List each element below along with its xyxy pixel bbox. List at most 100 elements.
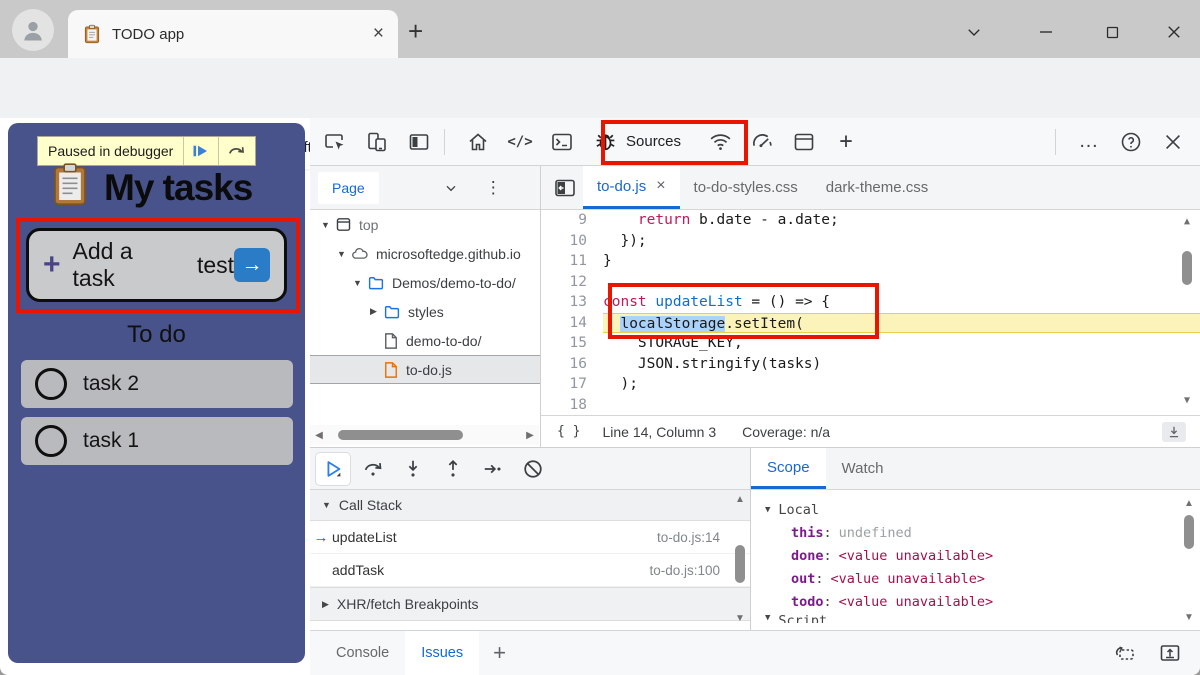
tree-item-file-html[interactable]: demo-to-do/ <box>310 326 540 355</box>
tree-item-folder-styles[interactable]: ▶ styles <box>310 297 540 326</box>
expander-open-icon[interactable]: ▼ <box>350 278 365 288</box>
task-item[interactable]: task 2 <box>21 360 293 408</box>
scrollbar-thumb[interactable] <box>1184 515 1194 549</box>
task-checkbox-icon[interactable] <box>35 425 67 457</box>
resume-script-button[interactable] <box>316 453 350 485</box>
scrollbar-thumb[interactable] <box>1182 251 1192 285</box>
tree-item-domain[interactable]: ▼ microsoftedge.github.io <box>310 239 540 268</box>
application-panel-icon[interactable] <box>787 125 821 159</box>
performance-panel-icon[interactable] <box>745 125 779 159</box>
tab-close-icon[interactable]: × <box>373 23 384 45</box>
new-tab-button[interactable]: + <box>408 16 423 47</box>
expand-quickview-icon[interactable] <box>1158 641 1182 665</box>
scroll-up-icon[interactable]: ▲ <box>731 494 749 505</box>
scope-vertical-scrollbar[interactable]: ▲ ▼ <box>1182 498 1196 623</box>
task-item[interactable]: task 1 <box>21 417 293 465</box>
call-stack-header[interactable]: ▼ Call Stack <box>310 490 750 521</box>
expander-open-icon[interactable]: ▼ <box>318 220 333 230</box>
scroll-down-icon[interactable]: ▼ <box>731 613 749 624</box>
close-devtools-icon[interactable] <box>1156 125 1190 159</box>
scrollbar-thumb[interactable] <box>735 545 745 583</box>
sources-panel-tab[interactable]: Sources <box>593 129 681 154</box>
scroll-up-icon[interactable]: ▲ <box>1180 498 1198 509</box>
add-quickview-tab-icon[interactable]: + <box>493 640 506 666</box>
network-panel-icon[interactable] <box>703 125 737 159</box>
scroll-left-icon[interactable]: ◀ <box>310 430 328 441</box>
stack-frame-current[interactable]: → updateList to-do.js:14 <box>310 521 750 554</box>
help-icon[interactable] <box>1114 125 1148 159</box>
issues-tab[interactable]: Issues <box>405 631 479 675</box>
maximize-button[interactable] <box>1098 18 1126 46</box>
line-number[interactable]: 16 <box>541 354 603 375</box>
add-task-button[interactable]: + Add a task test → <box>26 228 287 302</box>
line-number[interactable]: 15 <box>541 333 603 354</box>
scope-variable[interactable]: todo: <value unavailable> <box>751 590 1200 613</box>
page-tab[interactable]: Page <box>318 172 379 204</box>
expander-closed-icon[interactable]: ▶ <box>366 306 381 317</box>
tree-item-top[interactable]: ▼ top <box>310 210 540 239</box>
step-out-button[interactable] <box>436 453 470 485</box>
step-button[interactable] <box>476 453 510 485</box>
watch-tab[interactable]: Watch <box>826 448 900 489</box>
devtools-more-menu-icon[interactable]: … <box>1072 125 1106 159</box>
dock-side-icon[interactable] <box>402 125 436 159</box>
scope-tab[interactable]: Scope <box>751 448 826 489</box>
line-number[interactable]: 13 <box>541 292 603 313</box>
pretty-print-braces-icon[interactable]: { } <box>557 424 580 439</box>
welcome-home-icon[interactable] <box>461 125 495 159</box>
submit-task-arrow-button[interactable]: → <box>234 248 270 282</box>
console-panel-icon[interactable] <box>545 125 579 159</box>
editor-tab-styles-css[interactable]: to-do-styles.css <box>680 166 812 209</box>
dock-quickview-icon[interactable] <box>1112 641 1136 665</box>
more-tabs-plus-icon[interactable]: + <box>829 125 863 159</box>
line-number[interactable]: 17 <box>541 374 603 395</box>
line-number[interactable]: 14 <box>541 313 603 334</box>
kebab-menu-icon[interactable]: ⋮ <box>485 178 502 198</box>
line-number[interactable]: 11 <box>541 251 603 272</box>
xhr-breakpoints-header[interactable]: ▶ XHR/fetch Breakpoints <box>310 587 750 621</box>
scroll-down-icon[interactable]: ▼ <box>1180 612 1198 623</box>
console-tab[interactable]: Console <box>320 631 405 675</box>
line-number[interactable]: 18 <box>541 395 603 416</box>
close-tab-icon[interactable]: × <box>656 177 665 195</box>
step-over-button[interactable] <box>356 453 390 485</box>
expander-open-icon[interactable]: ▼ <box>334 249 349 259</box>
close-window-button[interactable] <box>1160 18 1188 46</box>
save-download-icon[interactable] <box>1162 422 1186 442</box>
scope-variable[interactable]: done: <value unavailable> <box>751 544 1200 567</box>
tree-item-file-todo-js[interactable]: to-do.js <box>310 355 540 384</box>
editor-vertical-scrollbar[interactable]: ▲ ▼ <box>1180 216 1194 406</box>
deactivate-breakpoints-button[interactable] <box>516 453 550 485</box>
scope-variable[interactable]: this: undefined <box>751 521 1200 544</box>
minimize-button[interactable] <box>1032 18 1060 46</box>
scope-section-script-clipped[interactable]: ▼ Script <box>751 613 1200 623</box>
elements-panel-icon[interactable]: </> <box>503 125 537 159</box>
task-checkbox-icon[interactable] <box>35 368 67 400</box>
profile-avatar[interactable] <box>12 9 54 51</box>
line-number[interactable]: 10 <box>541 231 603 252</box>
scroll-up-icon[interactable]: ▲ <box>1178 216 1196 227</box>
tab-search-chevron-icon[interactable] <box>960 18 988 46</box>
stack-frame[interactable]: addTask to-do.js:100 <box>310 554 750 587</box>
scope-variable[interactable]: out: <value unavailable> <box>751 567 1200 590</box>
browser-tab[interactable]: TODO app × <box>68 10 398 58</box>
editor-tab-dark-theme-css[interactable]: dark-theme.css <box>812 166 943 209</box>
scroll-down-icon[interactable]: ▼ <box>1178 395 1196 406</box>
code-text <box>603 395 1200 416</box>
tree-item-folder-demos[interactable]: ▼ Demos/demo-to-do/ <box>310 268 540 297</box>
code-editor[interactable]: 9 return b.date - a.date;10 });11}1213co… <box>541 210 1200 415</box>
device-emulation-icon[interactable] <box>360 125 394 159</box>
line-number[interactable]: 12 <box>541 272 603 293</box>
new-task-input[interactable]: test <box>197 252 234 279</box>
debugger-vertical-scrollbar[interactable]: ▲ ▼ <box>733 494 747 624</box>
line-number[interactable]: 9 <box>541 210 603 231</box>
step-into-button[interactable] <box>396 453 430 485</box>
scope-section-local[interactable]: ▼ Local <box>751 498 1200 521</box>
collapse-panel-icon[interactable] <box>553 176 577 200</box>
scroll-right-icon[interactable]: ▶ <box>521 430 539 441</box>
chevron-down-icon[interactable] <box>443 180 459 196</box>
inspect-element-icon[interactable] <box>318 125 352 159</box>
navigator-horizontal-scrollbar[interactable]: ◀ ▶ <box>310 425 539 445</box>
scrollbar-thumb[interactable] <box>338 430 463 440</box>
editor-tab-todo-js[interactable]: to-do.js × <box>583 166 680 209</box>
